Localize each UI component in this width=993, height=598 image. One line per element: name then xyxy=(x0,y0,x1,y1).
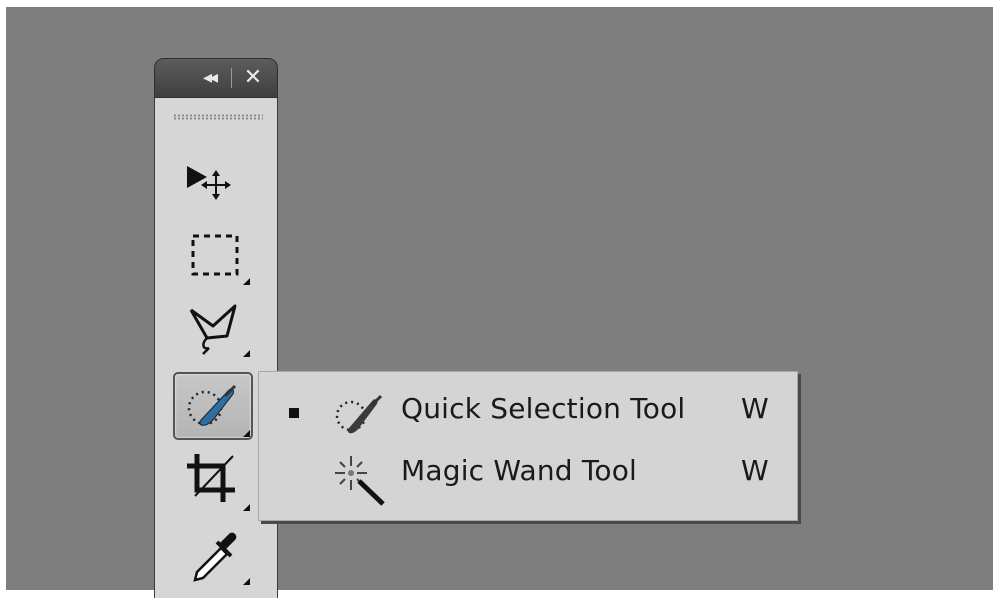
rectangular-marquee-tool-button[interactable] xyxy=(173,222,253,290)
lasso-tool-button[interactable] xyxy=(173,292,253,360)
marquee-icon xyxy=(191,234,239,276)
menu-item-label: Quick Selection Tool xyxy=(401,392,686,425)
polygonal-lasso-icon xyxy=(189,304,237,355)
tools-panel-body xyxy=(154,98,278,598)
eyedropper-icon xyxy=(193,532,237,582)
quick-selection-tool-button[interactable] xyxy=(173,372,253,440)
move-tool-button[interactable] xyxy=(173,152,253,220)
crop-icon xyxy=(187,454,235,502)
menu-item-quick-selection-tool[interactable]: Quick Selection Tool W xyxy=(259,378,797,438)
panel-grip[interactable] xyxy=(173,114,263,120)
header-divider xyxy=(231,68,232,88)
more-tools-indicator xyxy=(243,430,250,437)
menu-item-magic-wand-tool[interactable]: Magic Wand Tool W xyxy=(259,440,797,506)
close-panel-button[interactable]: ✕ xyxy=(239,63,267,93)
tools-panel-header[interactable]: ◂◂ ✕ xyxy=(154,58,278,98)
more-tools-indicator xyxy=(243,350,250,357)
quick-selection-icon xyxy=(335,394,383,434)
menu-item-label: Magic Wand Tool xyxy=(401,454,638,487)
more-tools-indicator xyxy=(243,578,250,585)
more-tools-indicator xyxy=(243,278,250,285)
move-icon xyxy=(187,166,231,200)
quick-selection-icon xyxy=(187,384,237,426)
selected-bullet-icon xyxy=(289,408,299,418)
magic-wand-icon xyxy=(335,456,385,506)
collapse-panel-button[interactable]: ◂◂ xyxy=(191,66,227,90)
more-tools-indicator xyxy=(243,504,250,511)
eyedropper-tool-button[interactable] xyxy=(173,518,253,586)
selection-tools-flyout-menu: Quick Selection Tool W Magic Wand Tool W xyxy=(258,371,798,521)
menu-item-shortcut: W xyxy=(741,454,769,487)
crop-tool-button[interactable] xyxy=(173,444,253,512)
menu-item-shortcut: W xyxy=(741,392,769,425)
